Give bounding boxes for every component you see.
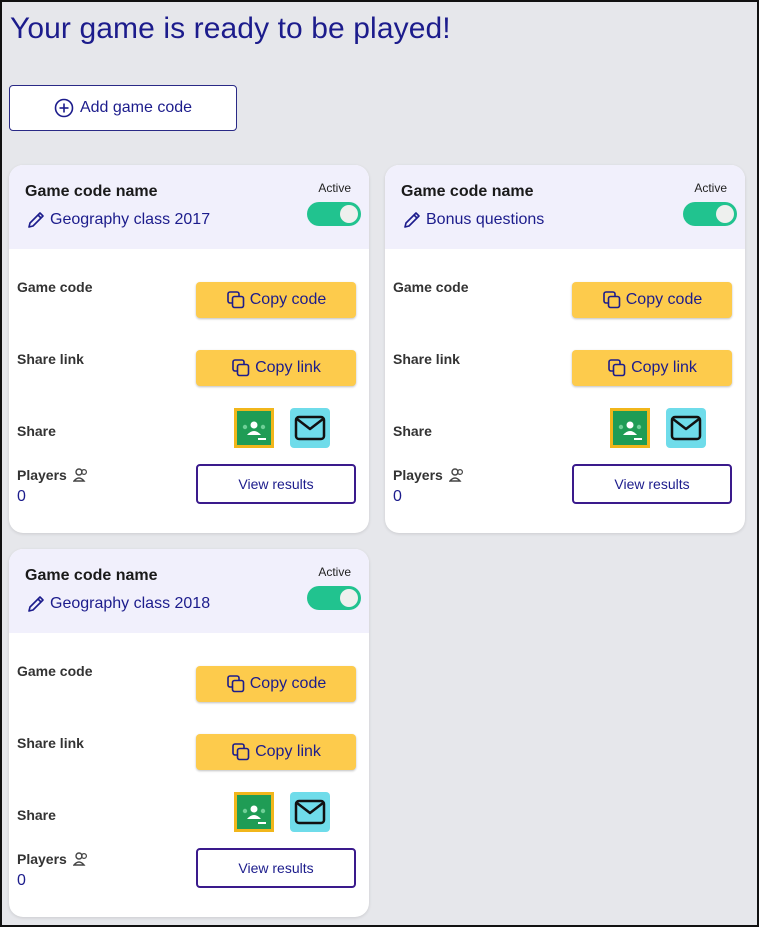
share-label: Share bbox=[17, 807, 56, 823]
users-icon bbox=[448, 468, 463, 482]
game-code-name-heading: Game code name bbox=[25, 183, 158, 200]
toggle-knob bbox=[716, 205, 734, 223]
copy-link-button[interactable]: Copy link bbox=[572, 350, 732, 386]
copy-link-label: Copy link bbox=[255, 743, 321, 760]
share-link-label: Share link bbox=[393, 351, 460, 367]
game-code-card: Game code name Bonus questions Active Ga… bbox=[385, 165, 745, 533]
players-heading: Players bbox=[17, 467, 89, 483]
copy-icon bbox=[232, 743, 250, 761]
players-heading: Players bbox=[393, 467, 465, 483]
google-classroom-share-button[interactable] bbox=[234, 792, 274, 832]
game-code-name-heading: Game code name bbox=[401, 183, 534, 200]
card-header: Game code name Bonus questions Active bbox=[385, 165, 745, 249]
active-toggle[interactable] bbox=[683, 202, 737, 226]
players-heading: Players bbox=[17, 851, 89, 867]
edit-name-button[interactable]: Geography class 2018 bbox=[25, 593, 210, 615]
game-code-label: Game code bbox=[393, 279, 469, 295]
active-label: Active bbox=[318, 565, 351, 579]
share-link-label: Share link bbox=[17, 735, 84, 751]
game-code-name-heading: Game code name bbox=[25, 567, 158, 584]
share-link-label: Share link bbox=[17, 351, 84, 367]
game-code-name-value: Geography class 2018 bbox=[50, 595, 211, 612]
copy-code-button[interactable]: Copy code bbox=[572, 282, 732, 318]
copy-code-button[interactable]: Copy code bbox=[196, 666, 356, 702]
plus-circle-icon bbox=[54, 98, 74, 118]
game-code-label: Game code bbox=[17, 663, 93, 679]
edit-name-button[interactable]: Bonus questions bbox=[401, 209, 544, 231]
edit-name-button[interactable]: Geography class 2017 bbox=[25, 209, 210, 231]
game-code-card: Game code name Geography class 2018 Acti… bbox=[9, 549, 369, 917]
copy-icon bbox=[226, 675, 245, 693]
copy-icon bbox=[226, 291, 245, 309]
view-results-button[interactable]: View results bbox=[572, 464, 732, 504]
google-classroom-icon bbox=[234, 408, 274, 448]
players-label: Players bbox=[17, 851, 67, 867]
pencil-icon bbox=[28, 212, 44, 228]
users-icon bbox=[72, 468, 87, 482]
share-label: Share bbox=[17, 423, 56, 439]
envelope-icon bbox=[294, 799, 326, 825]
copy-link-button[interactable]: Copy link bbox=[196, 734, 356, 770]
active-label: Active bbox=[318, 181, 351, 195]
email-share-button[interactable] bbox=[290, 792, 330, 832]
copy-link-button[interactable]: Copy link bbox=[196, 350, 356, 386]
share-label: Share bbox=[393, 423, 432, 439]
active-label: Active bbox=[694, 181, 727, 195]
players-label: Players bbox=[393, 467, 443, 483]
copy-icon bbox=[232, 359, 250, 377]
game-code-label: Game code bbox=[17, 279, 93, 295]
view-results-button[interactable]: View results bbox=[196, 848, 356, 888]
active-toggle[interactable] bbox=[307, 202, 361, 226]
view-results-button[interactable]: View results bbox=[196, 464, 356, 504]
players-label: Players bbox=[17, 467, 67, 483]
email-share-button[interactable] bbox=[290, 408, 330, 448]
game-code-name-value: Bonus questions bbox=[426, 211, 545, 228]
copy-code-label: Copy code bbox=[249, 291, 327, 308]
pencil-icon bbox=[28, 596, 44, 612]
toggle-knob bbox=[340, 205, 358, 223]
page-title: Your game is ready to be played! bbox=[10, 12, 451, 45]
envelope-icon bbox=[294, 415, 326, 441]
card-header: Game code name Geography class 2017 Acti… bbox=[9, 165, 369, 249]
add-game-code-button[interactable]: Add game code bbox=[9, 85, 237, 131]
pencil-icon bbox=[404, 212, 420, 228]
copy-code-button[interactable]: Copy code bbox=[196, 282, 356, 318]
google-classroom-icon bbox=[234, 792, 274, 832]
active-toggle[interactable] bbox=[307, 586, 361, 610]
players-count: 0 bbox=[17, 872, 26, 889]
copy-code-label: Copy code bbox=[625, 291, 703, 308]
card-header: Game code name Geography class 2018 Acti… bbox=[9, 549, 369, 633]
add-game-code-label: Add game code bbox=[79, 99, 193, 116]
players-count: 0 bbox=[393, 488, 402, 505]
email-share-button[interactable] bbox=[666, 408, 706, 448]
envelope-icon bbox=[670, 415, 702, 441]
google-classroom-share-button[interactable] bbox=[610, 408, 650, 448]
copy-icon bbox=[602, 291, 621, 309]
copy-icon bbox=[608, 359, 626, 377]
toggle-knob bbox=[340, 589, 358, 607]
copy-code-label: Copy code bbox=[249, 675, 327, 692]
copy-link-label: Copy link bbox=[255, 359, 321, 376]
game-code-name-value: Geography class 2017 bbox=[50, 211, 211, 228]
users-icon bbox=[72, 852, 87, 866]
players-count: 0 bbox=[17, 488, 26, 505]
google-classroom-icon bbox=[610, 408, 650, 448]
game-code-card: Game code name Geography class 2017 Acti… bbox=[9, 165, 369, 533]
app-frame: Your game is ready to be played! Add gam… bbox=[0, 0, 759, 927]
google-classroom-share-button[interactable] bbox=[234, 408, 274, 448]
copy-link-label: Copy link bbox=[631, 359, 697, 376]
